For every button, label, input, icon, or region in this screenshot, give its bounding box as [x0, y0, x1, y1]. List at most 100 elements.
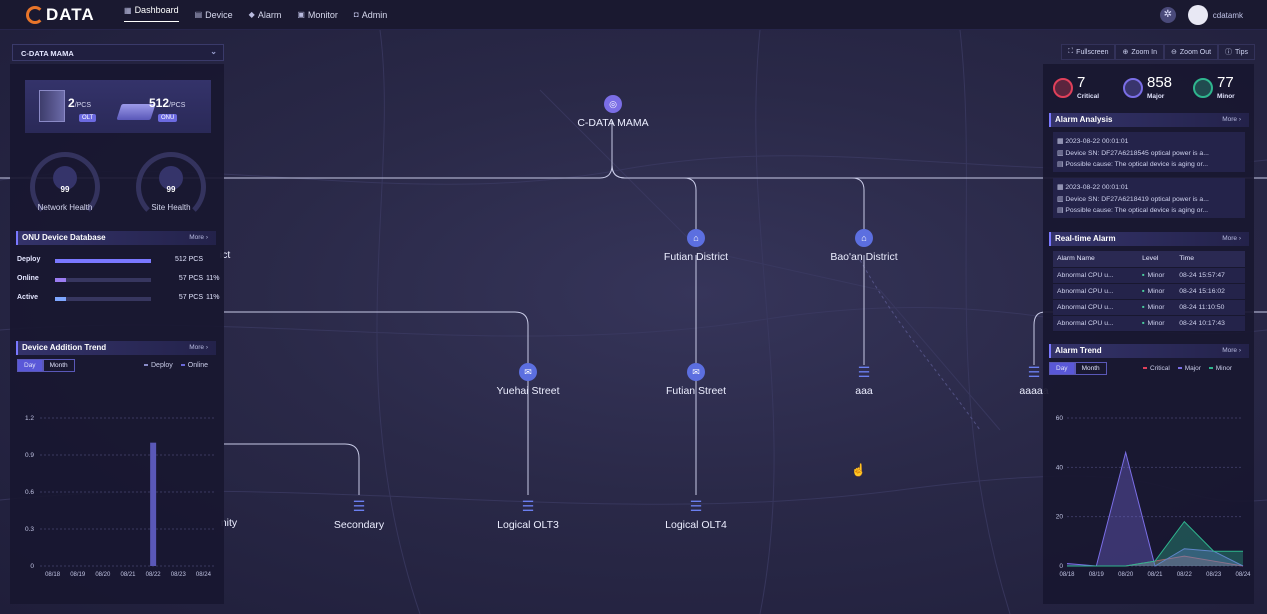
alarm-time: ▦ 2023-08-22 00:01:01 [1057, 138, 1129, 145]
mouse-cursor-icon: ☝ [851, 463, 866, 477]
topology-node-district[interactable]: ⌂ Bao'an District [814, 229, 914, 263]
server-icon: ☰ [857, 364, 871, 380]
alarm-cause: ▤ Possible cause: The optical device is … [1057, 207, 1209, 214]
logo-mark-icon [26, 5, 44, 24]
node-label: Yuehai Street [496, 385, 560, 397]
realtime-alarm-title: Real-time Alarm More › [1049, 232, 1249, 246]
table-row[interactable]: Abnormal CPU u... Minor 08-24 15:57:47 [1053, 267, 1245, 284]
y-tick-label: 1.2 [25, 415, 34, 422]
server-icon: ☰ [689, 498, 703, 514]
logo[interactable]: DATA [26, 5, 116, 25]
alarm-count-minor[interactable]: 77 Minor [1193, 74, 1235, 100]
x-tick-label: 08/21 [120, 572, 136, 578]
table-row[interactable]: Abnormal CPU u... Minor 08-24 15:16:02 [1053, 283, 1245, 300]
alarm-trend-legend: Critical Major Minor [1143, 365, 1232, 372]
nav-admin[interactable]: ◘ Admin [354, 0, 387, 30]
node-label: Secondary [333, 519, 385, 531]
alarm-level-icon [1053, 78, 1073, 98]
globe-icon: ◎ [604, 95, 622, 113]
y-tick-label: 20 [1056, 514, 1064, 521]
topology-node-olt[interactable]: ☰ Logical OLT4 [646, 497, 746, 531]
street-icon: ✉ [687, 363, 705, 381]
node-label: aaa [855, 385, 873, 397]
username[interactable]: cdatamk [1213, 11, 1243, 20]
x-tick-label: 08/18 [45, 572, 61, 578]
realtime-more-link[interactable]: More › [1222, 235, 1241, 242]
progress-bar [55, 259, 151, 263]
zoom-out-button[interactable]: ⊖ Zoom Out [1164, 44, 1219, 60]
server-icon: ☰ [521, 498, 535, 514]
tab-month[interactable]: Month [42, 359, 75, 372]
nav-device[interactable]: ▤ Device [195, 0, 233, 30]
topology-node-olt[interactable]: ☰ aaa [834, 363, 894, 397]
onu-db-title: ONU Device Database More › [16, 231, 216, 245]
avatar[interactable] [1187, 5, 1208, 25]
area-major [1067, 452, 1243, 566]
tab-day[interactable]: Day [1049, 362, 1075, 375]
alarm-level-icon [1123, 78, 1143, 98]
device-icon: ▤ [194, 10, 203, 19]
device-count-box: 2/PCS OLT 512/PCS ONU [25, 80, 211, 133]
table-row[interactable]: Abnormal CPU u... Minor 08-24 10:17:43 [1053, 315, 1245, 332]
x-tick-label: 08/21 [1147, 572, 1163, 578]
tab-day[interactable]: Day [17, 359, 43, 372]
alarm-count-critical[interactable]: 7 Critical [1053, 74, 1099, 100]
network-health-label: Network Health [37, 203, 93, 212]
zoom-out-icon: ⊖ [1171, 49, 1177, 56]
node-label: Logical OLT4 [665, 519, 727, 531]
y-tick-label: 0.9 [25, 452, 34, 459]
topology-node-root[interactable]: ◎ C-DATA MAMA [563, 95, 663, 129]
server-icon: ☰ [1027, 364, 1041, 380]
y-tick-label: 0.3 [25, 526, 34, 533]
alarm-device: ▥ Device SN: DF27A6218419 optical power … [1057, 195, 1209, 203]
admin-icon: ◘ [353, 10, 359, 19]
alarm-analysis-item[interactable]: ▦ 2023-08-22 00:01:01 ▥ Device SN: DF27A… [1053, 178, 1245, 218]
x-tick-label: 08/20 [1118, 572, 1134, 578]
zoom-in-button[interactable]: ⊕ Zoom In [1115, 44, 1165, 60]
table-row[interactable]: Abnormal CPU u... Minor 08-24 11:10:50 [1053, 299, 1245, 316]
onu-db-row-deploy: Deploy 512 PCS [17, 256, 203, 263]
alarm-analysis-item[interactable]: ▦ 2023-08-22 00:01:01 ▥ Device SN: DF27A… [1053, 132, 1245, 172]
logo-text: DATA [46, 4, 95, 24]
alarm-time: ▦ 2023-08-22 00:01:01 [1057, 184, 1129, 191]
y-tick-label: 0 [30, 563, 34, 570]
trend-title: Device Addition Trend More › [16, 341, 216, 355]
alarm-trend-more-link[interactable]: More › [1222, 347, 1241, 354]
x-tick-label: 08/19 [70, 572, 86, 578]
topology-node-street[interactable]: ✉ Yuehai Street [478, 363, 578, 397]
site-select-value: C-DATA MAMA [21, 49, 74, 58]
x-tick-label: 08/22 [1177, 572, 1193, 578]
chevron-down-icon: ⌄ [210, 47, 217, 56]
alarm-analysis-more-link[interactable]: More › [1222, 116, 1241, 123]
alarm-count-major[interactable]: 858 Major [1123, 74, 1172, 100]
alarm-analysis-title: Alarm Analysis More › [1049, 113, 1249, 127]
onu-db-more-link[interactable]: More › [189, 234, 208, 241]
nav-dashboard[interactable]: ▦ Dashboard [124, 0, 179, 22]
fullscreen-icon: ⛶ [1068, 48, 1074, 55]
onu-db-row-online: Online 57 PCS 11% [17, 275, 220, 282]
site-select[interactable]: C-DATA MAMA ⌄ [12, 44, 224, 61]
topology-node-district[interactable]: ⌂ Futian District [646, 229, 746, 263]
x-tick-label: 08/20 [95, 572, 111, 578]
y-tick-label: 0 [1059, 563, 1063, 570]
y-tick-label: 0.6 [25, 489, 34, 496]
device-addition-chart: 0 0.3 0.6 0.9 1.2 08/18 08/19 08/20 08/21 08/22 08… [25, 415, 216, 578]
trend-tabs: Day Month [17, 359, 75, 372]
settings-icon[interactable]: ✲ [1159, 7, 1176, 23]
topology-node-olt[interactable]: ☰ Secondary [319, 497, 399, 531]
tab-month[interactable]: Month [1074, 362, 1107, 375]
topology-node-olt[interactable]: ☰ Logical OLT3 [478, 497, 578, 531]
grid-icon: ▦ [124, 5, 132, 15]
fullscreen-button[interactable]: ⛶ Fullscreen [1061, 44, 1116, 60]
col-time: Time [1175, 251, 1245, 268]
bar [150, 442, 157, 566]
topology-node-street[interactable]: ✉ Futian Street [646, 363, 746, 397]
bell-icon: ◆ [248, 10, 255, 19]
alarm-level-icon [1193, 78, 1213, 98]
nav-monitor[interactable]: ▣ Monitor [297, 0, 338, 30]
node-label: Futian Street [665, 385, 727, 397]
info-button[interactable]: ⓘ Tips [1218, 44, 1255, 60]
trend-more-link[interactable]: More › [189, 344, 208, 351]
onu-badge: ONU [158, 114, 178, 122]
nav-alarm[interactable]: ◆ Alarm [249, 0, 282, 30]
